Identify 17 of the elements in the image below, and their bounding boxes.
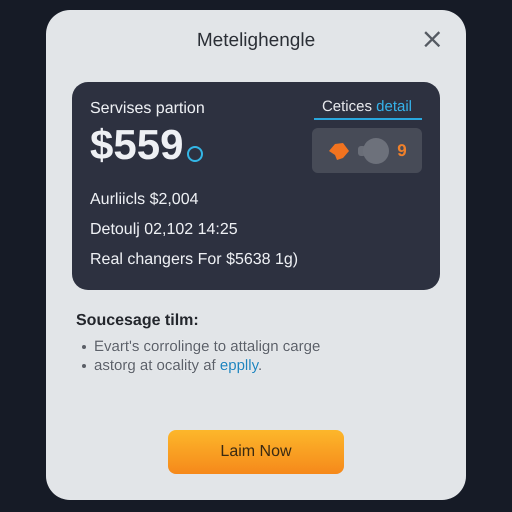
bullet-icon — [82, 364, 86, 368]
amount: $559 — [90, 122, 184, 168]
section-heading: Soucesage tilm: — [76, 312, 200, 330]
close-button[interactable]: × — [416, 26, 448, 52]
detail-line: Detoulj 02,102 14:25 — [90, 221, 239, 239]
card-label: Servises partion — [90, 100, 205, 118]
claim-button[interactable]: Laim Now — [168, 430, 344, 474]
detail-line: Real changers For $5638 1g) — [90, 251, 300, 269]
dialog-title: Metelighengle — [196, 30, 316, 52]
ring-icon — [187, 146, 204, 162]
bullet-icon — [82, 344, 86, 348]
details-tab[interactable]: Cetices detail — [314, 96, 422, 120]
circle-icon — [357, 136, 392, 164]
bullet-text: Evart's corrolinge to attalign carge — [94, 338, 320, 355]
bullet-text: astorg at ocality af epplly. — [94, 357, 262, 374]
detail-line: Aurliicls $2,004 — [90, 191, 200, 209]
widget-number: 9 — [397, 140, 407, 160]
